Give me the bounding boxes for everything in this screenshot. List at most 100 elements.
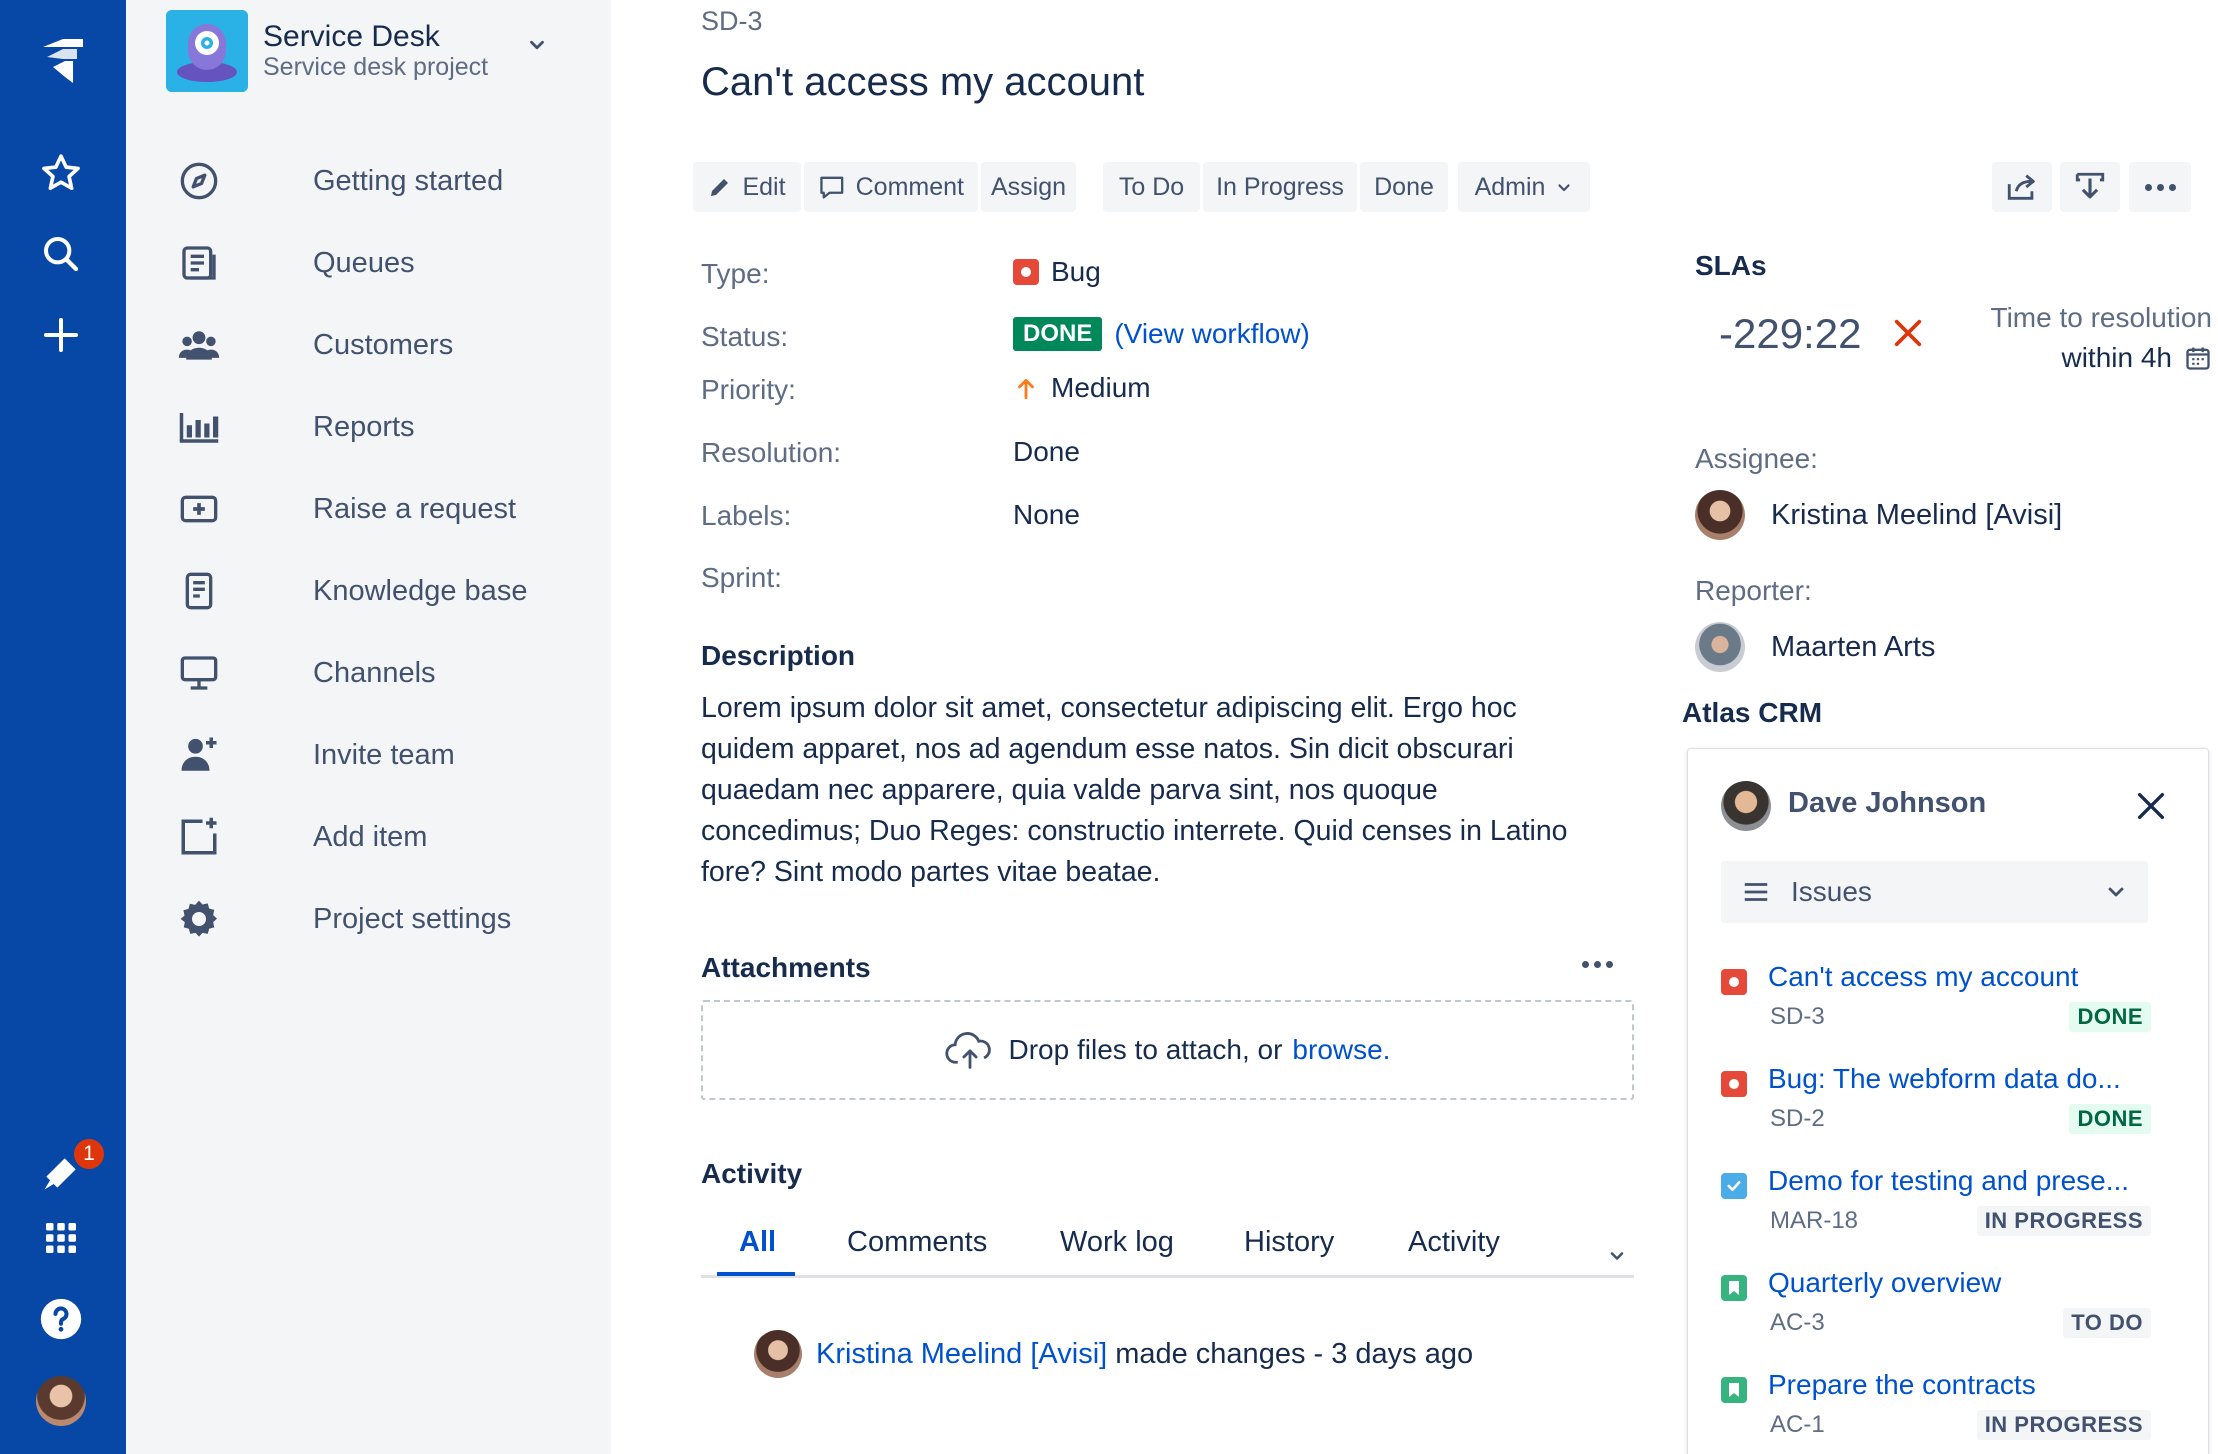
- jira-logo-icon[interactable]: [30, 30, 92, 92]
- reporter-value[interactable]: Maarten Arts: [1695, 622, 1935, 672]
- sidebar-item-project-settings[interactable]: Project settings: [176, 889, 576, 949]
- tab-work-log[interactable]: Work log: [1060, 1226, 1174, 1259]
- crm-view-select[interactable]: Issues: [1721, 861, 2148, 923]
- project-name[interactable]: Service Desk: [263, 20, 440, 54]
- done-label: Done: [1374, 172, 1434, 201]
- crm-issue-item[interactable]: Bug: The webform data do... SD-2 DONE: [1721, 1063, 2151, 1143]
- search-icon[interactable]: [30, 223, 92, 285]
- status-value: DONE (View workflow): [1013, 317, 1310, 351]
- type-text: Bug: [1051, 256, 1101, 287]
- bug-icon: [1013, 259, 1039, 285]
- story-bookmark-icon: [1721, 1275, 1747, 1301]
- app-switcher-icon[interactable]: [30, 1207, 92, 1269]
- star-icon[interactable]: [30, 142, 92, 204]
- sprint-label: Sprint:: [701, 562, 782, 593]
- pencil-icon: [711, 179, 729, 196]
- sidebar-item-channels[interactable]: Channels: [176, 643, 576, 703]
- chevron-down-icon: [1558, 184, 1571, 192]
- reporter-label: Reporter:: [1695, 575, 1812, 606]
- comment-button[interactable]: Comment: [804, 162, 978, 212]
- attachment-dropzone[interactable]: Drop files to attach, or browse.: [701, 1000, 1634, 1100]
- comment-icon: [820, 176, 844, 199]
- chevron-down-icon[interactable]: [1607, 1246, 1627, 1271]
- status-badge: DONE: [2069, 1104, 2151, 1134]
- sidebar-item-add-item[interactable]: Add item: [176, 807, 576, 867]
- more-actions-button[interactable]: [2129, 162, 2191, 212]
- attachments-heading: Attachments: [701, 952, 871, 983]
- type-value: Bug: [1013, 256, 1101, 288]
- tab-history[interactable]: History: [1244, 1226, 1334, 1259]
- issue-key-breadcrumb[interactable]: SD-3: [701, 6, 763, 37]
- issue-view: SD-3 Can't access my account Edit Commen…: [611, 0, 2218, 1454]
- activity-user-link[interactable]: Kristina Meelind [Avisi]: [816, 1338, 1107, 1371]
- crm-issue-title[interactable]: Can't access my account: [1768, 961, 2148, 993]
- description-text[interactable]: Lorem ipsum dolor sit amet, consectetur …: [701, 688, 1581, 893]
- avatar[interactable]: [754, 1330, 802, 1378]
- crm-issue-title[interactable]: Bug: The webform data do...: [1768, 1063, 2148, 1095]
- sidebar-item-getting-started[interactable]: Getting started: [176, 151, 576, 211]
- in-progress-transition-button[interactable]: In Progress: [1203, 162, 1357, 212]
- admin-dropdown-button[interactable]: Admin: [1458, 162, 1590, 212]
- close-icon[interactable]: [2134, 789, 2168, 828]
- resolution-label: Resolution:: [701, 437, 842, 468]
- export-button[interactable]: [2060, 162, 2120, 212]
- project-avatar[interactable]: [166, 10, 248, 92]
- notifications-badge: 1: [72, 1137, 106, 1171]
- sidebar-item-label: Getting started: [313, 164, 504, 197]
- priority-value: Medium: [1013, 372, 1151, 404]
- status-badge: TO DO: [2063, 1308, 2151, 1338]
- admin-label: Admin: [1474, 172, 1546, 201]
- crm-issue-title[interactable]: Quarterly overview: [1768, 1267, 2148, 1299]
- sidebar-item-customers[interactable]: Customers: [176, 315, 576, 375]
- crm-issue-item[interactable]: Quarterly overview AC-3 TO DO: [1721, 1267, 2151, 1347]
- sla-goal: within 4h: [2061, 342, 2212, 374]
- browse-link[interactable]: browse.: [1292, 1034, 1390, 1066]
- attachments-more-icon[interactable]: [1582, 961, 1613, 968]
- crm-issue-item[interactable]: Demo for testing and prese... MAR-18 IN …: [1721, 1165, 2151, 1245]
- assignee-value[interactable]: Kristina Meelind [Avisi]: [1695, 490, 2062, 540]
- sidebar-item-label: Channels: [313, 656, 436, 689]
- assignee-name: Kristina Meelind [Avisi]: [1771, 498, 2063, 531]
- assign-button[interactable]: Assign: [981, 162, 1076, 212]
- avatar: [1695, 622, 1745, 672]
- crm-contact-name[interactable]: Dave Johnson: [1788, 787, 1986, 820]
- edit-button[interactable]: Edit: [693, 162, 801, 212]
- tab-comments[interactable]: Comments: [847, 1226, 987, 1259]
- crm-issue-key: SD-3: [1770, 1003, 1825, 1030]
- bug-icon: [1721, 1071, 1747, 1097]
- create-plus-icon[interactable]: [30, 304, 92, 366]
- sidebar-item-invite-team[interactable]: Invite team: [176, 725, 576, 785]
- channels-icon: [176, 650, 222, 696]
- done-transition-button[interactable]: Done: [1360, 162, 1448, 212]
- sidebar-item-label: Invite team: [313, 738, 455, 771]
- assignee-label: Assignee:: [1695, 443, 1818, 474]
- chevron-down-icon[interactable]: [526, 34, 548, 61]
- help-icon[interactable]: [30, 1288, 92, 1350]
- reports-icon: [176, 404, 222, 450]
- crm-heading: Atlas CRM: [1682, 697, 1823, 728]
- sidebar-item-knowledge-base[interactable]: Knowledge base: [176, 561, 576, 621]
- chevron-down-icon: [2108, 887, 2124, 897]
- sidebar-item-reports[interactable]: Reports: [176, 397, 576, 457]
- raise-request-icon: [176, 486, 222, 532]
- crm-issue-item[interactable]: Prepare the contracts AC-1 IN PROGRESS: [1721, 1369, 2151, 1449]
- tab-activity[interactable]: Activity: [1408, 1226, 1500, 1259]
- sidebar-item-raise-request[interactable]: Raise a request: [176, 479, 576, 539]
- reporter-name: Maarten Arts: [1771, 630, 1936, 663]
- crm-issue-title[interactable]: Demo for testing and prese...: [1768, 1165, 2148, 1197]
- user-avatar[interactable]: [30, 1370, 92, 1432]
- crm-issue-item[interactable]: Can't access my account SD-3 DONE: [1721, 961, 2151, 1041]
- tab-all[interactable]: All: [739, 1226, 776, 1259]
- sidebar-item-queues[interactable]: Queues: [176, 233, 576, 293]
- description-heading: Description: [701, 640, 856, 671]
- sla-heading: SLAs: [1695, 250, 1767, 281]
- todo-transition-button[interactable]: To Do: [1103, 162, 1200, 212]
- crm-issue-title[interactable]: Prepare the contracts: [1768, 1369, 2148, 1401]
- share-button[interactable]: [1992, 162, 2052, 212]
- view-workflow-link[interactable]: (View workflow): [1114, 318, 1310, 350]
- activity-heading: Activity: [701, 1158, 803, 1189]
- issue-title[interactable]: Can't access my account: [701, 60, 1144, 105]
- global-navigation: 1: [0, 0, 126, 1454]
- priority-text: Medium: [1051, 372, 1151, 403]
- labels-value[interactable]: None: [1013, 499, 1080, 531]
